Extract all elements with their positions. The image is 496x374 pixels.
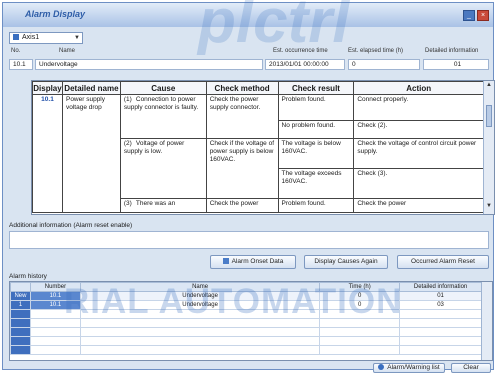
value-name: Undervoltage [35, 59, 263, 70]
cause-table-header: Display Detailed name Cause Check method… [32, 81, 484, 95]
alarm-onset-data-button[interactable]: Alarm Onset Data [210, 255, 296, 269]
alarm-history-label: Alarm history [9, 273, 47, 280]
cause-3: (3) There was an [119, 198, 207, 213]
scroll-down-icon[interactable]: ▼ [484, 203, 494, 213]
alarm-header-values: 10.1 Undervoltage 2013/01/01 00:00:00 0 … [3, 59, 493, 71]
window-title: Alarm Display [25, 9, 86, 19]
clear-button[interactable]: Clear [451, 363, 491, 373]
check-result-2b: The voltage exceeds 160VAC. [277, 168, 355, 199]
action-2b: Check (3). [353, 168, 484, 199]
col-detailed-name: Detailed name [61, 81, 121, 95]
table-row[interactable]: 1 10.1 Undervoltage 0 03 [10, 300, 482, 310]
table-row [10, 318, 482, 328]
scroll-up-icon[interactable]: ▲ [484, 82, 494, 92]
table-row: 10.1 Power supply voltage drop (1) Connec… [32, 94, 484, 213]
list-icon [378, 364, 385, 371]
check-method-3: Check the power [205, 198, 279, 213]
check-method-2: Check if the voltage of power supply is … [205, 138, 279, 199]
axis-select[interactable]: Axis1 ▼ [9, 32, 83, 44]
display-number: 10.1 [32, 94, 63, 213]
hist-time: 0 [319, 291, 401, 301]
label-name: Name [59, 48, 76, 54]
alarm-history-table: Number Name Time (h) Detailed informatio… [10, 282, 482, 355]
scroll-thumb[interactable] [486, 105, 492, 127]
table-row[interactable]: New 10.1 Undervoltage 0 01 [10, 291, 482, 301]
alarm-warning-list-button[interactable]: Alarm/Warning list [373, 363, 445, 373]
chevron-down-icon[interactable]: ▼ [74, 33, 80, 43]
action-1a: Connect properly. [353, 94, 484, 121]
additional-info-box [9, 231, 489, 249]
detailed-name: Power supply voltage drop [61, 94, 121, 213]
label-occurrence-time: Est. occurrence time [273, 48, 328, 54]
table-row [10, 336, 482, 346]
occurred-alarm-reset-button[interactable]: Occurred Alarm Reset [397, 255, 489, 269]
table-row [10, 345, 482, 355]
additional-info-label: Additional information (Alarm reset enab… [9, 222, 133, 229]
axis-icon [13, 34, 19, 41]
hist-row-label: 1 [10, 300, 31, 310]
alarm-header-labels: No. Name Est. occurrence time Est. elaps… [3, 48, 493, 58]
hist-number: 10.1 [29, 291, 81, 301]
col-display: Display [32, 81, 63, 95]
alarm-display-window: Alarm Display _ × Axis1 ▼ No. Name Est. … [2, 2, 495, 373]
check-method-1: Check the power supply connector. [205, 94, 279, 139]
cause-table-scrollbar[interactable]: ▲ ▼ [483, 81, 494, 214]
history-scrollbar[interactable] [481, 282, 492, 360]
hist-detail: 01 [399, 291, 482, 301]
value-detailed-info: 01 [423, 59, 489, 70]
hist-row-label: New [10, 291, 31, 301]
hist-name: Undervoltage [79, 300, 321, 310]
check-result-1a: Problem found. [277, 94, 355, 121]
hist-col-detail: Detailed information [399, 282, 482, 292]
value-elapsed-time: 0 [348, 59, 420, 70]
hist-time: 0 [319, 300, 401, 310]
title-bar: Alarm Display _ × [3, 3, 493, 27]
hist-col-time: Time (h) [319, 282, 401, 292]
close-button[interactable]: × [477, 10, 489, 21]
axis-select-value: Axis1 [22, 34, 40, 41]
col-check-result: Check result [277, 81, 355, 95]
label-elapsed-time: Est. elapsed time (h) [348, 48, 404, 54]
alarm-history-panel: Number Name Time (h) Detailed informatio… [9, 281, 493, 361]
onset-data-icon [222, 258, 229, 265]
hist-detail: 03 [399, 300, 482, 310]
table-row [10, 327, 482, 337]
col-check-method: Check method [205, 81, 279, 95]
label-detailed-info: Detailed information [425, 48, 479, 54]
hist-col-number: Number [29, 282, 81, 292]
value-occurrence-time: 2013/01/01 00:00:00 [265, 59, 345, 70]
table-row [10, 309, 482, 319]
cause-table: Display Detailed name Cause Check method… [32, 81, 484, 213]
cause-table-panel: Display Detailed name Cause Check method… [31, 80, 495, 215]
hist-col-name: Name [79, 282, 321, 292]
check-result-2a: The voltage is below 160VAC. [277, 138, 355, 169]
col-action: Action [353, 81, 484, 95]
action-1b: Check (2). [353, 120, 484, 139]
cause-2: (2) Voltage of power supply is low. [119, 138, 207, 199]
check-result-3a: Problem found. [277, 198, 355, 213]
history-header: Number Name Time (h) Detailed informatio… [10, 282, 482, 292]
value-no: 10.1 [9, 59, 33, 70]
action-3a: Check the power [353, 198, 484, 213]
action-2a: Check the voltage of control circuit pow… [353, 138, 484, 169]
hist-name: Undervoltage [79, 291, 321, 301]
minimize-button[interactable]: _ [463, 10, 475, 21]
label-no: No. [11, 48, 21, 54]
cause-1: (1) Connection to power supply connector … [119, 94, 207, 139]
hist-number: 10.1 [29, 300, 81, 310]
hist-col-row [10, 282, 31, 292]
check-result-1b: No problem found. [277, 120, 355, 139]
col-cause: Cause [119, 81, 207, 95]
display-causes-again-button[interactable]: Display Causes Again [304, 255, 388, 269]
